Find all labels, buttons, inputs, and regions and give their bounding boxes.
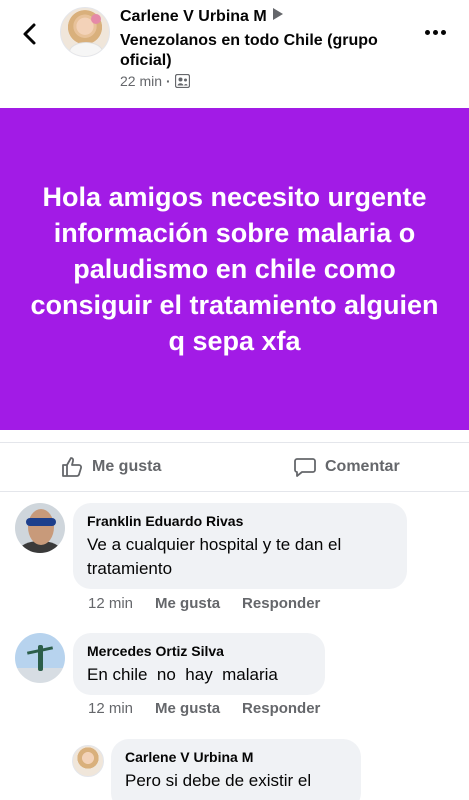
comment-like-button[interactable]: Me gusta	[155, 700, 220, 717]
post-background: Hola amigos necesito urgente información…	[0, 108, 469, 430]
arrow-right-icon	[272, 8, 283, 20]
like-label: Me gusta	[92, 458, 162, 475]
reply-bubble: Carlene V Urbina M Pero si debe de exist…	[111, 739, 361, 800]
comment-text: En chile no hay malaria	[87, 665, 278, 684]
commenter-avatar[interactable]	[15, 503, 65, 553]
chevron-left-icon	[23, 23, 36, 45]
comment-time: 12 min	[88, 700, 134, 717]
comment-reply-button[interactable]: Responder	[242, 700, 320, 717]
comment-bubble: Franklin Eduardo Rivas Ve a cualquier ho…	[73, 503, 407, 589]
comment-text: Ve a cualquier hospital y te dan el trat…	[87, 535, 342, 578]
more-horizontal-icon	[425, 29, 430, 35]
post-time[interactable]: 22 min	[120, 73, 162, 89]
group-name[interactable]: Venezolanos en todo Chile (grupo oficial…	[120, 31, 420, 71]
author-name-row[interactable]: Carlene V Urbina M	[120, 8, 283, 26]
comment-bubble-icon	[294, 458, 316, 477]
comment-meta: 12 min Me gusta Responder	[88, 700, 320, 717]
comment-button[interactable]: Comentar	[293, 455, 400, 479]
group-icon	[174, 73, 190, 89]
commenter-name[interactable]: Carlene V Urbina M	[125, 749, 347, 765]
commenter-avatar[interactable]	[15, 633, 65, 683]
comment-time: 12 min	[88, 595, 134, 612]
more-options-button[interactable]	[425, 22, 449, 42]
commenter-name[interactable]: Mercedes Ortiz Silva	[87, 643, 311, 659]
thumbs-up-icon	[62, 457, 83, 477]
action-bar: Me gusta Comentar	[0, 442, 469, 492]
post-header: Carlene V Urbina M Venezolanos en todo C…	[0, 0, 469, 108]
post-meta: 22 min ·	[120, 73, 190, 89]
comment-reply-button[interactable]: Responder	[242, 595, 320, 612]
back-button[interactable]	[16, 20, 44, 48]
comment-like-button[interactable]: Me gusta	[155, 595, 220, 612]
meta-separator: ·	[166, 73, 171, 89]
comment-bubble: Mercedes Ortiz Silva En chile no hay mal…	[73, 633, 325, 695]
reply-avatar[interactable]	[72, 745, 104, 777]
comment-label: Comentar	[325, 458, 400, 475]
post-text: Hola amigos necesito urgente información…	[30, 182, 439, 356]
like-button[interactable]: Me gusta	[60, 455, 161, 479]
comment-meta: 12 min Me gusta Responder	[88, 595, 320, 612]
commenter-name[interactable]: Franklin Eduardo Rivas	[87, 513, 393, 529]
author-avatar[interactable]	[60, 7, 110, 57]
author-name[interactable]: Carlene V Urbina M	[120, 8, 267, 25]
comment-text: Pero si debe de existir el	[125, 771, 312, 790]
